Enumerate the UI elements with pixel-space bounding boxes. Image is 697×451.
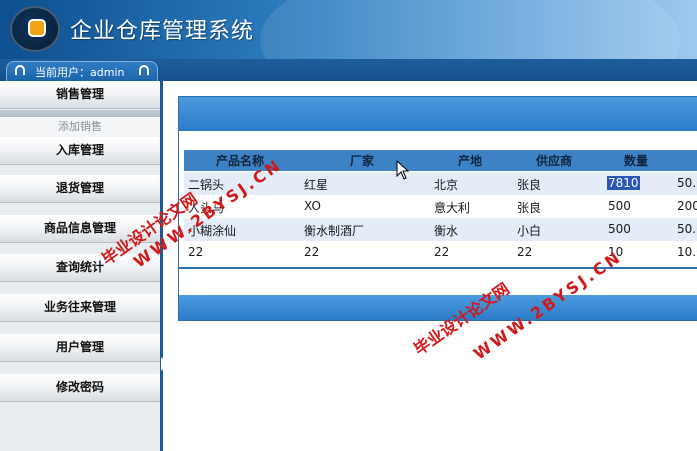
sidebar-subitem-add-sale[interactable]: 添加销售 [0,117,160,137]
sidebar-item-users[interactable]: 用户管理 [0,334,160,362]
sidebar-item-change-password[interactable]: 修改密码 [0,374,160,402]
cell-origin: 北京 [434,178,459,192]
app-title: 企业仓库管理系统 [70,19,255,44]
cell-origin: 衡水 [434,224,459,238]
sidebar-item-stock-in[interactable]: 入库管理 [0,137,160,165]
cell-origin: 22 [434,245,450,259]
cell-quantity: 500 [608,199,631,213]
sidebar-item-returns[interactable]: 退货管理 [0,175,160,203]
panel-footer-bar [179,295,697,320]
cell-supplier: 小白 [517,224,542,238]
app-header: 企业仓库管理系统 [0,0,697,59]
cell-maker: 22 [304,245,320,259]
cell-origin: 意大利 [434,201,471,215]
cell-price: 50.0 [677,176,697,190]
header-decoration [260,0,680,59]
logo-mark [30,21,44,35]
cell-maker: 红星 [304,178,329,192]
cell-quantity: 500 [608,222,631,236]
cell-supplier: 22 [517,245,533,259]
cell-product-name: 22 [188,245,204,259]
cell-supplier: 张良 [517,178,542,192]
cell-product-name: 二锅头 [188,178,225,192]
mouse-cursor-icon [396,160,410,180]
app-logo-icon [10,6,60,52]
column-header-quantity[interactable]: 数量 [624,152,648,169]
column-header-maker[interactable]: 厂家 [350,152,374,169]
cell-supplier: 张良 [517,201,542,215]
table-row[interactable]: 小糊涂仙 衡水制酒厂 衡水 小白 500 50.0 [184,218,697,241]
cell-price: 50.0 [677,222,697,236]
cell-maker: XO [304,199,321,213]
column-header-origin[interactable]: 产地 [458,152,482,169]
submenu-divider [0,110,160,117]
cell-quantity[interactable]: 7810 [607,176,640,190]
cell-maker: 衡水制酒厂 [304,224,365,238]
cell-price: 200 [677,199,697,213]
panel-header-bar [179,97,697,131]
tab-ring-icon [15,65,25,75]
current-user-tab: 当前用户：admin [6,61,158,81]
sidebar-item-business[interactable]: 业务往来管理 [0,294,160,322]
cell-price: 10.0 [677,245,697,259]
current-user-label: 当前用户：admin [35,66,125,79]
panel-divider [179,267,697,269]
table-row[interactable]: 人头马 XO 意大利 张良 500 200 [184,195,697,218]
user-bar: 当前用户：admin [0,59,697,81]
column-header-supplier[interactable]: 供应商 [536,152,572,169]
tab-ring-icon [139,65,149,75]
sidebar-item-sales[interactable]: 销售管理 [0,81,160,109]
